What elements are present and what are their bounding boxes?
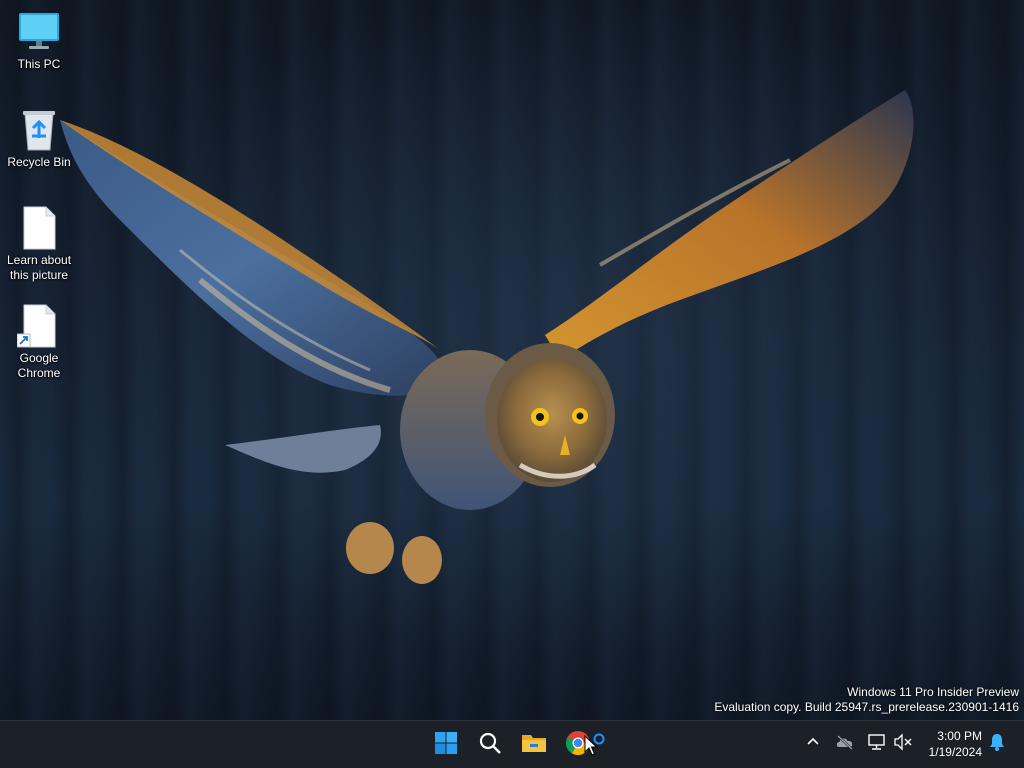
monitor-icon [17, 10, 61, 54]
mouse-cursor-icon [584, 734, 598, 757]
network-tray-button[interactable] [866, 733, 888, 755]
file-explorer-button[interactable] [514, 725, 554, 765]
notification-bell-icon [989, 733, 1005, 756]
windows-watermark: Windows 11 Pro Insider Preview Evaluatio… [714, 685, 1019, 715]
desktop-icon-label: This PC [17, 57, 61, 71]
desktop-icon-this-pc[interactable]: This PC [1, 10, 77, 72]
onedrive-tray-button[interactable] [834, 733, 856, 755]
clock-time: 3:00 PM [937, 729, 982, 743]
watermark-edition: Windows 11 Pro Insider Preview [847, 685, 1019, 699]
clock-button[interactable]: 3:00 PM 1/19/2024 [916, 728, 982, 760]
desktop-icon-label: Recycle Bin [7, 155, 71, 169]
network-icon [867, 733, 887, 756]
folder-icon [521, 732, 547, 759]
desktop-icon-learn-about-picture[interactable]: Learn about this picture [1, 206, 77, 283]
desktop[interactable]: This PC Recycle Bin Learn about this pic… [0, 0, 1024, 720]
show-hidden-icons-button[interactable] [802, 733, 824, 755]
taskbar: 3:00 PM 1/19/2024 [0, 720, 1024, 768]
wallpaper-image [60, 90, 914, 584]
desktop-icon-label: Learn about this picture [6, 253, 72, 282]
search-icon [478, 731, 502, 760]
clock-date: 1/19/2024 [928, 745, 982, 759]
start-button[interactable] [426, 725, 466, 765]
onedrive-offline-icon [835, 734, 855, 755]
desktop-icon-label: Google Chrome [17, 351, 61, 380]
recycle-bin-icon [17, 108, 61, 152]
document-icon [17, 206, 61, 250]
shortcut-document-icon [16, 304, 61, 348]
windows-logo-icon [434, 731, 458, 760]
desktop-icon-recycle-bin[interactable]: Recycle Bin [1, 108, 77, 170]
search-button[interactable] [470, 725, 510, 765]
watermark-build: Evaluation copy. Build 25947.rs_prerelea… [714, 700, 1019, 714]
desktop-icon-google-chrome[interactable]: Google Chrome [1, 304, 77, 381]
volume-muted-icon [893, 732, 913, 756]
notifications-button[interactable] [986, 733, 1008, 755]
volume-tray-button[interactable] [892, 732, 914, 756]
chevron-up-icon [806, 735, 820, 754]
